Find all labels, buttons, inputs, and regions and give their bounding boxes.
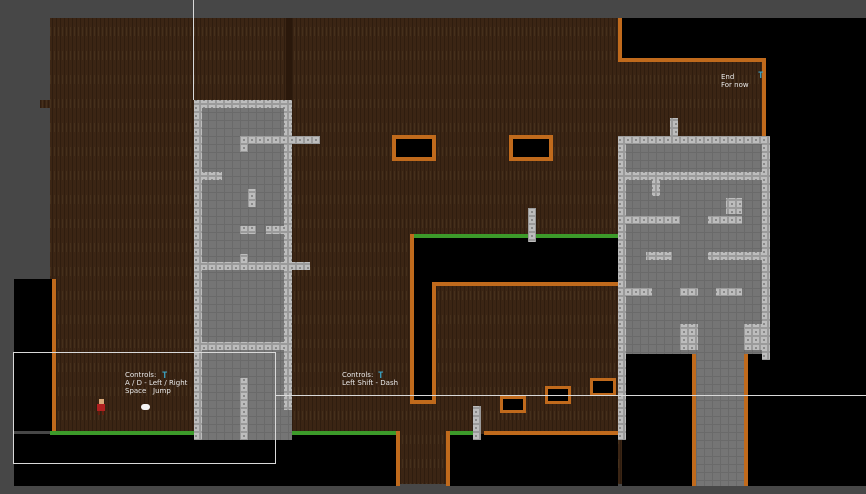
end-sign-line: For now xyxy=(721,81,749,89)
player-character-icon xyxy=(96,399,106,415)
signpost-icon: T xyxy=(758,71,764,81)
sign-line: Left Shift - Dash xyxy=(342,379,399,387)
cloud-pickup-icon xyxy=(141,404,150,410)
game-level xyxy=(0,0,866,486)
sign-title: Controls: xyxy=(342,371,374,379)
end-sign-line: End xyxy=(721,73,735,81)
sign-title: Controls: xyxy=(125,371,157,379)
sign-line: A / D - Left / Right xyxy=(125,379,188,387)
sign-line: Space Jump xyxy=(125,387,171,395)
